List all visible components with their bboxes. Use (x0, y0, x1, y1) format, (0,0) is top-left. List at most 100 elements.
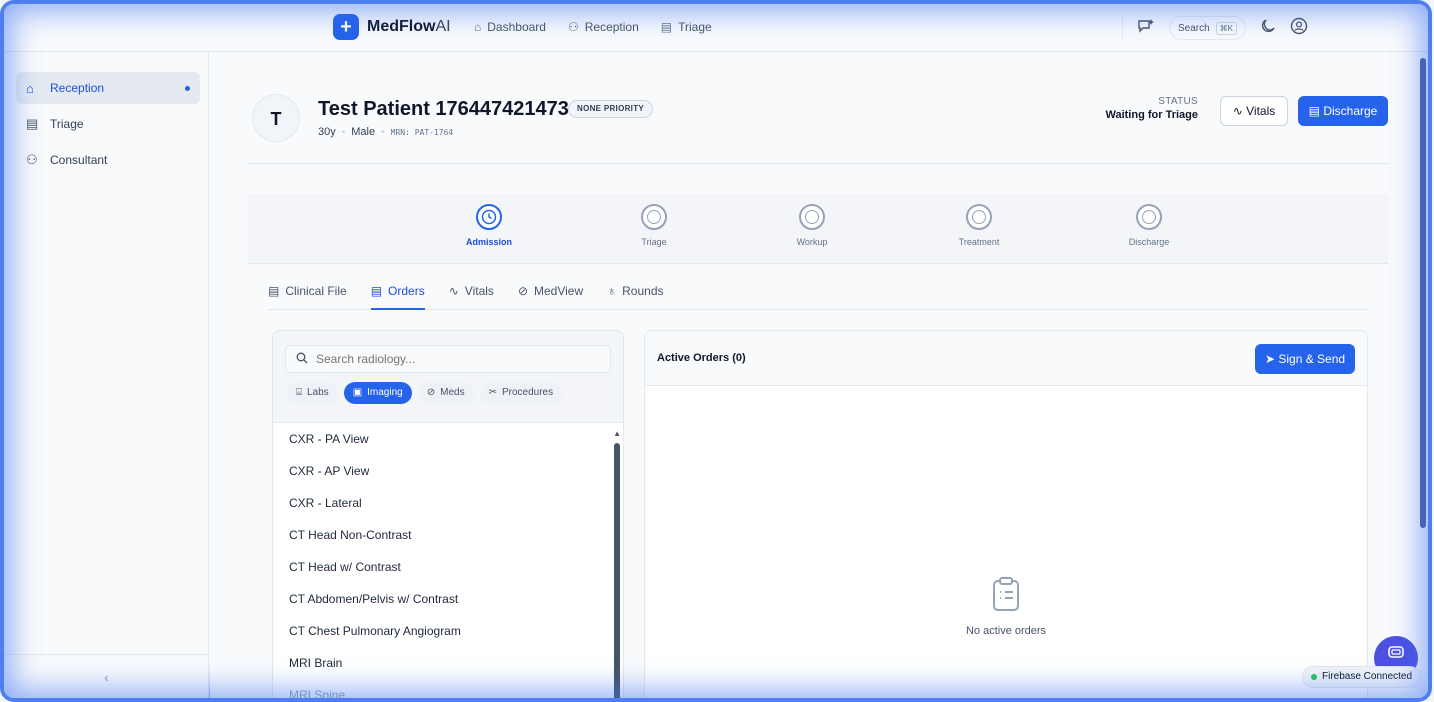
patient-mrn: MRN: PAT-1764 (390, 127, 454, 137)
brand[interactable]: + MedFlowAI (333, 14, 451, 40)
discharge-button-label: Discharge (1323, 104, 1378, 118)
top-bar: + MedFlowAI ⌂ Dashboard ⚇ Reception ▤ Triag… (4, 4, 1428, 52)
tab-clinical-file[interactable]: ▤ Clinical File (268, 278, 347, 310)
user-circle-icon[interactable] (1290, 17, 1308, 39)
patient-sex: Male (351, 126, 376, 138)
patient-header: T Test Patient 1764474214731 NONE PRIORI… (248, 72, 1388, 164)
status-block: STATUS Waiting for Triage (1106, 96, 1199, 121)
tab-orders[interactable]: ▤ Orders (370, 278, 425, 310)
clock-icon (476, 204, 502, 230)
order-list: CXR - PA View CXR - AP View CXR - Latera… (273, 423, 613, 698)
sidebar-collapse-button[interactable]: ‹ (4, 654, 209, 698)
active-orders-panel: Active Orders (0) ➤ Sign & Send No activ… (644, 330, 1368, 698)
pill-icon: ⊘ (426, 387, 436, 398)
active-indicator (185, 86, 190, 91)
shortcut-badge: ⌘K (1215, 21, 1237, 35)
clipboard-icon: ▤ (26, 116, 39, 131)
catalog-header: ⌸ Labs ▣ Imaging ⊘ Meds ✂ Procedures (273, 331, 623, 423)
step-treatment[interactable]: Treatment (934, 204, 1024, 247)
step-triage[interactable]: Triage (609, 204, 699, 247)
vitals-button[interactable]: ∿ Vitals (1220, 96, 1288, 126)
tab-medview[interactable]: ⊘ MedView (518, 278, 583, 310)
search-icon (296, 352, 308, 367)
list-item[interactable]: CXR - Lateral (273, 487, 613, 519)
flask-icon: ⌸ (296, 387, 302, 398)
tab-label: Orders (388, 284, 425, 298)
activity-icon: ∿ (1232, 104, 1243, 118)
chip-procedures[interactable]: ✂ Procedures (479, 382, 563, 404)
home-icon: ⌂ (26, 80, 34, 96)
chip-label: Imaging (367, 387, 403, 398)
list-item[interactable]: CXR - AP View (273, 455, 613, 487)
list-item[interactable]: CT Head Non-Contrast (273, 519, 613, 551)
vitals-button-label: Vitals (1246, 104, 1276, 118)
chip-label: Procedures (501, 387, 554, 398)
chip-label: Meds (440, 387, 465, 398)
workflow-stepper: Admission Triage Workup Treatment Discha… (248, 194, 1388, 264)
connection-status-badge: Firebase Connected (1302, 666, 1422, 688)
patient-age: 30y (318, 126, 336, 138)
list-item[interactable]: MRI Brain (273, 647, 613, 679)
separator-dot: • (341, 126, 346, 138)
tab-rounds[interactable]: ♁ Rounds (607, 278, 663, 310)
list-item[interactable]: CT Abdomen/Pelvis w/ Contrast (273, 583, 613, 615)
tab-label: MedView (534, 284, 584, 298)
catalog-search[interactable] (285, 345, 611, 373)
logo-icon: + (333, 14, 359, 40)
order-catalog-panel: ⌸ Labs ▣ Imaging ⊘ Meds ✂ Procedures CXR - P… (272, 330, 624, 698)
sidebar-item-label: Reception (50, 81, 105, 95)
search-button[interactable]: Search ⌘K (1168, 16, 1246, 40)
send-icon: ➤ (1264, 352, 1275, 366)
step-workup[interactable]: Workup (767, 204, 857, 247)
chevron-left-icon: ‹ (104, 669, 109, 685)
window-scrollbar[interactable] (1420, 58, 1426, 528)
sidebar-item-reception[interactable]: ⌂ Reception (16, 72, 200, 104)
circle-icon (1136, 204, 1162, 230)
status-value: Waiting for Triage (1105, 109, 1199, 121)
step-discharge[interactable]: Discharge (1104, 204, 1194, 247)
chip-meds[interactable]: ⊘ Meds (417, 382, 474, 404)
topnav-dashboard[interactable]: ⌂ Dashboard (474, 20, 546, 34)
status-label: STATUS (1158, 96, 1198, 107)
search-input[interactable] (316, 352, 596, 366)
list-item[interactable]: CXR - PA View (273, 423, 613, 455)
users-icon: ⚇ (26, 152, 38, 167)
status-dot (1311, 674, 1317, 680)
home-icon: ⌂ (474, 20, 482, 34)
scrollbar[interactable] (614, 443, 620, 698)
sidebar-item-triage[interactable]: ▤ Triage (16, 108, 200, 140)
user-plus-icon: ⚇ (567, 20, 579, 34)
chat-sparkle-icon[interactable] (1137, 18, 1155, 38)
avatar: T (252, 94, 300, 142)
chat-icon (1387, 646, 1405, 666)
circle-icon (641, 204, 667, 230)
chip-imaging[interactable]: ▣ Imaging (343, 382, 412, 404)
scroll-up-arrow[interactable]: ▲ (613, 429, 621, 438)
moon-icon[interactable] (1260, 18, 1276, 38)
connection-status-label: Firebase Connected (1322, 671, 1413, 682)
list-item[interactable]: CT Chest Pulmonary Angiogram (273, 615, 613, 647)
separator-dot: • (381, 126, 385, 138)
step-label: Admission (465, 237, 512, 247)
sign-send-button[interactable]: ➤ Sign & Send (1255, 344, 1355, 374)
empty-state-text: No active orders (965, 625, 1047, 637)
activity-icon: ∿ (448, 284, 459, 298)
tab-vitals[interactable]: ∿ Vitals (449, 278, 494, 310)
circle-icon (799, 204, 825, 230)
list-item[interactable]: MRI Spine (273, 679, 613, 698)
priority-badge: NONE PRIORITY (568, 100, 654, 118)
chip-labs[interactable]: ⌸ Labs (287, 382, 338, 404)
step-label: Workup (796, 237, 828, 247)
clipboard-list-icon (991, 576, 1021, 612)
file-text-icon: ▤ (268, 284, 280, 298)
stethoscope-icon: ♁ (607, 284, 617, 298)
divider (1121, 17, 1123, 39)
topnav-reception[interactable]: ⚇ Reception (568, 20, 639, 34)
discharge-button[interactable]: ▤ Discharge (1298, 96, 1388, 126)
step-label: Discharge (1128, 237, 1170, 247)
step-admission[interactable]: Admission (444, 204, 534, 247)
list-item[interactable]: CT Head w/ Contrast (273, 551, 613, 583)
sidebar-item-consultant[interactable]: ⚇ Consultant (16, 144, 200, 176)
sign-send-label: Sign & Send (1278, 352, 1346, 366)
topnav-triage[interactable]: ▤ Triage (661, 20, 712, 34)
